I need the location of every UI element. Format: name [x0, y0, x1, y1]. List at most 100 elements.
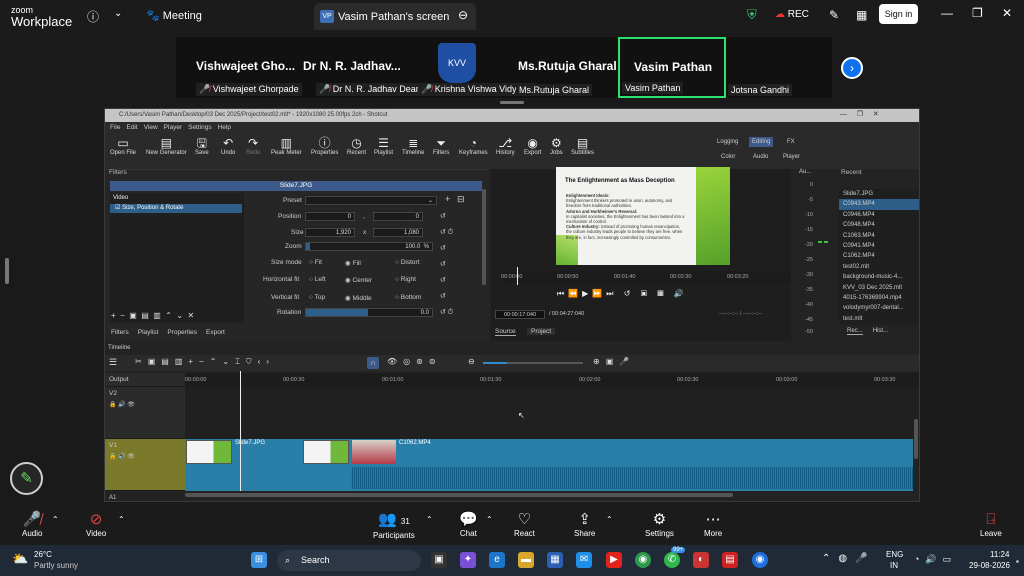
- hfit-center[interactable]: ◉ Center: [345, 276, 372, 284]
- annotate-icon[interactable]: ✎: [829, 8, 839, 22]
- side-handle[interactable]: [5, 258, 9, 284]
- vfit-middle[interactable]: ◉ Middle: [345, 294, 372, 302]
- tab-playlist[interactable]: Playlist: [138, 329, 159, 336]
- current-time[interactable]: 00:00:17:040: [495, 310, 545, 319]
- snap-icon[interactable]: ∩: [367, 357, 379, 369]
- participant-tile[interactable]: Dr N. R. Jadhav... 🎤̸ Dr N. R. Jadhav De…: [298, 37, 439, 98]
- app-icon[interactable]: ◐: [693, 552, 709, 568]
- recording-indicator[interactable]: ☁ REC: [775, 9, 809, 20]
- sign-in-button[interactable]: Sign in: [879, 4, 918, 24]
- audio-button[interactable]: 🎤̸ Audio: [22, 511, 42, 538]
- list-item[interactable]: C0946.MP4: [839, 210, 919, 220]
- jobs-button[interactable]: ⚙ Jobs: [550, 136, 563, 156]
- notifications-icon[interactable]: ▪: [1016, 557, 1019, 566]
- mail-icon[interactable]: ✉: [576, 552, 592, 568]
- chat-button[interactable]: 💬 Chat: [459, 511, 478, 538]
- list-item[interactable]: C1063.MP4: [839, 231, 919, 241]
- chevron-up-icon[interactable]: ⌃: [52, 515, 59, 524]
- weather-temp[interactable]: 26°C: [34, 550, 52, 559]
- size-mode-fill[interactable]: ◉ Fill: [345, 259, 361, 267]
- reset-icons[interactable]: ↺ ↺ ⏱ ↺ ↺ ↺ ↺ ↺ ⏱: [440, 209, 462, 321]
- layout-player[interactable]: Player: [783, 154, 800, 160]
- restore-icon[interactable]: ❐: [972, 6, 983, 20]
- history-button[interactable]: ⎇ History: [496, 136, 515, 156]
- position-x-input[interactable]: 0: [305, 212, 355, 221]
- menu-file[interactable]: File: [110, 124, 120, 131]
- layout-audio[interactable]: Audio: [753, 154, 768, 160]
- participant-tile[interactable]: KVV 🎤̸ Krishna Vishwa Vidyap...: [418, 37, 537, 98]
- list-item[interactable]: KVV_03 Dec 2025.mlt: [839, 283, 919, 293]
- keyframes-button[interactable]: ◔ Keyframes: [459, 136, 488, 156]
- clip-c1062[interactable]: C1062.MP4: [351, 439, 913, 491]
- menu-edit[interactable]: Edit: [126, 124, 137, 131]
- size-mode-fit[interactable]: ○ Fit: [309, 259, 322, 266]
- hfit-left[interactable]: ○ Left: [309, 276, 326, 283]
- player-ruler[interactable]: 00:00:00 00:00:50 00:01:40 00:02:30 00:0…: [501, 271, 791, 283]
- language-indicator[interactable]: ENG: [886, 550, 903, 559]
- clip-slide7[interactable]: Slide7.JPG: [185, 439, 351, 491]
- chevron-down-icon[interactable]: ⌄: [114, 8, 122, 19]
- list-item[interactable]: C1062.MP4: [839, 251, 919, 261]
- preset-select[interactable]: ⌄: [305, 196, 437, 205]
- task-view-icon[interactable]: ▣: [431, 552, 447, 568]
- track-v2-header[interactable]: V2 🔒 🔊 👁: [105, 387, 185, 439]
- drag-handle[interactable]: [500, 101, 524, 104]
- playhead[interactable]: [517, 267, 518, 285]
- video-button[interactable]: ⊘ Video: [86, 511, 106, 538]
- tab-history[interactable]: Hist...: [873, 328, 888, 334]
- timeline-button[interactable]: ≣ Timeline: [402, 136, 424, 156]
- hfit-right[interactable]: ○ Right: [395, 276, 416, 283]
- settings-button[interactable]: ⚙ Settings: [645, 511, 674, 538]
- rotation-slider[interactable]: 0.0: [305, 308, 433, 317]
- clock-time[interactable]: 11:24: [990, 550, 1009, 559]
- close-icon[interactable]: ✕: [1002, 6, 1012, 20]
- menu-settings[interactable]: Settings: [188, 124, 212, 131]
- participants-button[interactable]: 👥 31 Participants: [373, 511, 415, 540]
- list-item[interactable]: Slide7.JPG: [839, 189, 919, 199]
- pencil-icon[interactable]: ✎: [10, 462, 43, 495]
- size-mode-distort[interactable]: ○ Distort: [395, 259, 420, 266]
- youtube-icon[interactable]: ▶: [606, 552, 622, 568]
- windows-start-icon[interactable]: ⊞: [251, 552, 267, 568]
- chevron-up-icon[interactable]: ⌃: [486, 515, 493, 524]
- subtitles-button[interactable]: ▤ Subtitles: [571, 136, 594, 156]
- open-file-button[interactable]: ▭ Open File: [110, 136, 136, 156]
- weather-desc[interactable]: Partly sunny: [34, 561, 78, 570]
- store-icon[interactable]: ▦: [547, 552, 563, 568]
- redo-button[interactable]: ↷ Redo: [246, 136, 260, 156]
- list-item[interactable]: test.mlt: [839, 314, 919, 324]
- participant-tile[interactable]: Vishwajeet Gho... 🎤̸ Vishwajeet Ghorpade: [176, 37, 302, 98]
- properties-button[interactable]: ⓘ Properties: [311, 136, 338, 156]
- position-y-input[interactable]: 0: [373, 212, 423, 221]
- edge-icon[interactable]: e: [489, 552, 505, 568]
- leave-button[interactable]: ⍈ Leave: [980, 511, 1002, 538]
- list-item[interactable]: C0943.MP4: [839, 199, 919, 210]
- export-button[interactable]: ◉ Export: [524, 136, 541, 156]
- size-height-input[interactable]: 1,080: [373, 228, 423, 237]
- timeline-ruler[interactable]: 00:00:00 00:00:30 00:01:00 00:01:30 00:0…: [185, 373, 919, 387]
- list-item[interactable]: C0941.MP4: [839, 241, 919, 251]
- size-width-input[interactable]: 1,920: [305, 228, 355, 237]
- tray-icons[interactable]: ⌃◍🎤: [822, 553, 876, 564]
- layout-logging[interactable]: Logging: [717, 139, 738, 145]
- timeline-playhead[interactable]: [240, 371, 241, 491]
- menu-help[interactable]: Help: [218, 124, 231, 131]
- peak-meter-button[interactable]: ▥ Peak Meter: [271, 136, 302, 156]
- zoom-in-fit-icons[interactable]: ⊕▣🎤: [593, 357, 635, 366]
- filters-scrollbar[interactable]: [482, 189, 486, 285]
- layout-fx[interactable]: FX: [787, 139, 795, 145]
- new-generator-button[interactable]: ▤ New Generator: [146, 136, 187, 156]
- tab-source[interactable]: Source: [495, 328, 516, 336]
- transport-controls[interactable]: ⏮⏪▶⏩⏭ ↺ ▣ ▦ 🔊: [557, 289, 688, 299]
- tab-recent[interactable]: Rec...: [847, 328, 863, 335]
- whatsapp-icon[interactable]: ✆: [664, 552, 680, 568]
- more-options-icon[interactable]: ⊖: [458, 8, 468, 22]
- recent-button[interactable]: ◷ Recent: [347, 136, 366, 156]
- add-preset-icon[interactable]: +: [445, 194, 450, 204]
- list-item[interactable]: background-music-4...: [839, 272, 919, 282]
- info-icon[interactable]: ⓘ: [87, 8, 99, 25]
- timeline-edit-icons[interactable]: ✂▣▤▥+−⌃⌄⌶⛉‹›: [135, 357, 275, 367]
- network-volume-battery-icons[interactable]: ◔🔊▭: [914, 554, 957, 565]
- share-button[interactable]: ⇪ Share: [574, 511, 595, 538]
- tab-project[interactable]: Project: [527, 328, 556, 335]
